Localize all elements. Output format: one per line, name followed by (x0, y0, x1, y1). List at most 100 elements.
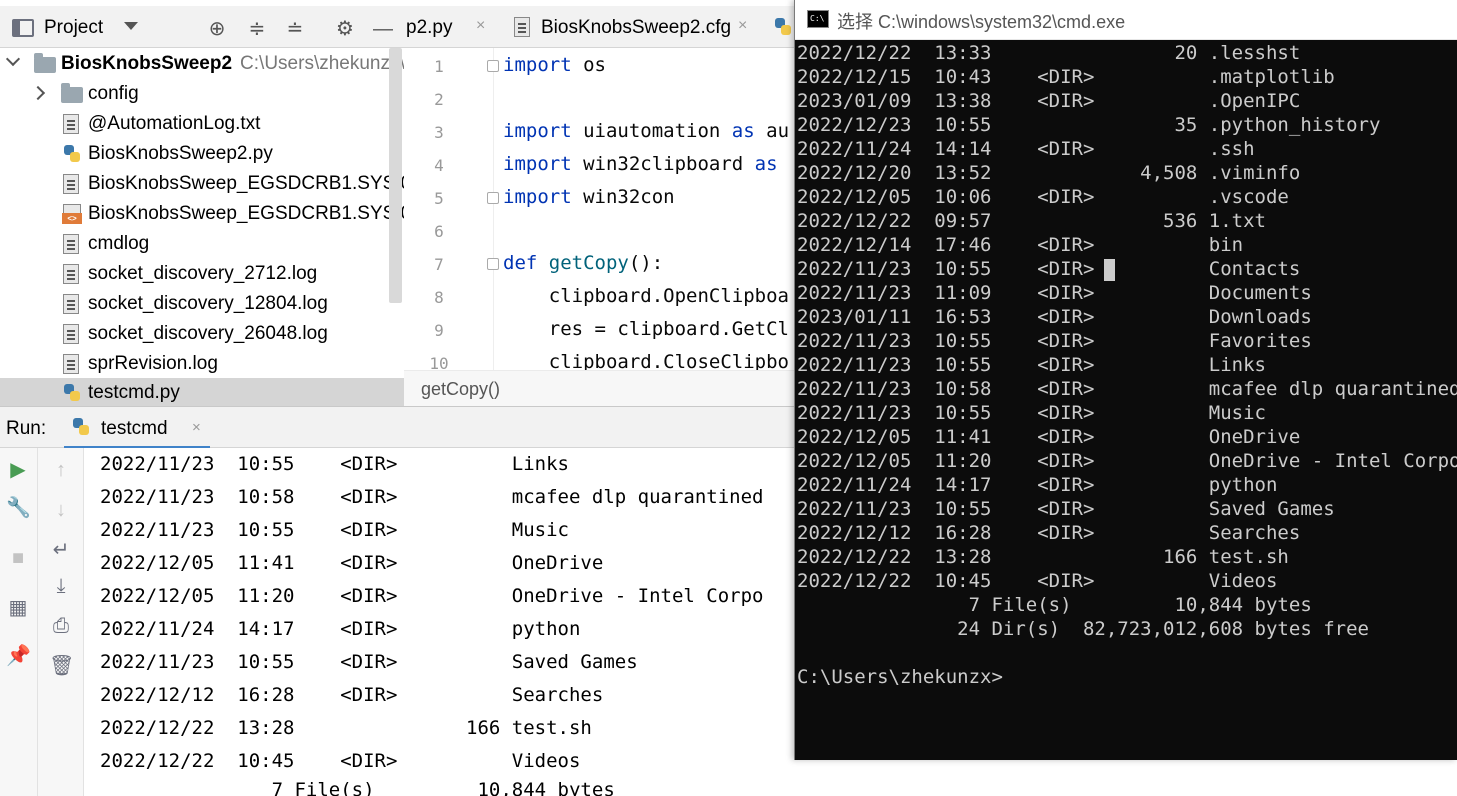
console-line: 7 File(s) 10,844 bytes (100, 779, 615, 796)
fold-marker-icon[interactable] (487, 192, 499, 204)
cmd-line: 2022/12/22 13:28 166 test.sh (797, 546, 1289, 568)
layout-icon[interactable]: ▦ (6, 596, 30, 620)
fold-marker-icon[interactable] (487, 258, 499, 270)
tree-item-label: BiosKnobsSweep2.py (88, 143, 273, 164)
line-number-gutter: 1 2 3 4 5 6 7 8 9 10 (404, 48, 494, 370)
soft-wrap-icon[interactable]: ↵ (49, 538, 73, 562)
console-line: 2022/12/05 11:41 <DIR> OneDrive (100, 552, 604, 574)
console-line: 2022/12/05 11:20 <DIR> OneDrive - Intel … (100, 585, 764, 607)
chevron-down-icon[interactable] (5, 51, 21, 67)
run-tab-testcmd[interactable]: testcmd × (64, 407, 210, 449)
tree-item-label: cmdlog (88, 233, 150, 254)
tree-scrollbar[interactable] (389, 48, 402, 303)
cmd-titlebar[interactable]: C:\ 选择 C:\windows\system32\cmd.exe (795, 0, 1457, 40)
cmd-line: 2023/01/11 16:53 <DIR> Downloads (797, 306, 1312, 328)
cmd-output[interactable]: 2022/12/22 13:33 20 .lesshst 2022/12/15 … (795, 40, 1457, 760)
fold-marker-icon[interactable] (487, 60, 499, 72)
cmd-line: 2022/11/23 10:55 <DIR> Contacts (797, 258, 1301, 280)
cmd-line: 24 Dir(s) 82,723,012,608 bytes free (797, 618, 1369, 640)
close-icon[interactable]: × (476, 17, 485, 35)
tree-item[interactable]: BiosKnobsSweep_EGSDCRB1.SYS.009 (0, 199, 404, 229)
trash-icon[interactable]: 🗑 (49, 654, 74, 678)
text-file-icon (63, 114, 79, 134)
line-number: 5 (434, 189, 444, 208)
code-line-5: import win32con (503, 186, 675, 208)
python-file-icon (63, 144, 81, 164)
code-line-7: def getCopy(): (503, 252, 664, 274)
console-line: 2022/12/22 10:45 <DIR> Videos (100, 750, 581, 772)
line-number: 3 (434, 123, 444, 142)
tree-item[interactable]: cmdlog (0, 229, 404, 259)
tree-item-label: @AutomationLog.txt (88, 113, 261, 134)
scroll-to-end-icon[interactable]: ⤓ (49, 574, 73, 598)
console-line: 2022/12/22 13:28 166 test.sh (100, 717, 592, 739)
folder-icon (34, 53, 56, 73)
print-icon[interactable]: ⎙ (49, 614, 73, 638)
text-file-icon (63, 264, 79, 284)
editor-tab[interactable]: BiosKnobsSweep2.cfg × (508, 6, 758, 47)
tree-item[interactable]: sprRevision.log (0, 349, 404, 379)
tree-item-selected[interactable]: testcmd.py (0, 378, 404, 406)
minus-icon[interactable]: — (372, 18, 394, 40)
close-icon[interactable]: × (738, 17, 747, 35)
tree-item-label: BiosKnobsSweep_EGSDCRB1.SYS.009 (88, 203, 404, 224)
chevron-down-icon[interactable] (124, 22, 138, 30)
cmd-title: 选择 C:\windows\system32\cmd.exe (837, 12, 1126, 32)
editor-tab[interactable] (760, 6, 794, 47)
cmd-line: 2022/11/23 10:55 <DIR> Links (797, 354, 1266, 376)
collapse-all-icon[interactable]: ≐ (284, 18, 306, 40)
python-file-icon (72, 417, 90, 437)
tree-item[interactable]: BiosKnobsSweep_EGSDCRB1.SYS.009 (0, 169, 404, 199)
text-file-icon (63, 234, 79, 254)
console-line: 2022/12/12 16:28 <DIR> Searches (100, 684, 604, 706)
stop-icon[interactable]: ■ (6, 546, 30, 570)
code-editor[interactable]: 1 2 3 4 5 6 7 8 9 10 import os import ui… (404, 48, 794, 370)
tree-item[interactable]: socket_discovery_12804.log (0, 289, 404, 319)
tree-root-label: BiosKnobsSweep2 C:\Users\zhekunzx\C (61, 53, 404, 75)
arrow-down-icon[interactable]: ↓ (49, 498, 73, 522)
folder-icon (61, 83, 83, 103)
code-line-9: res = clipboard.GetCl (503, 318, 789, 340)
chevron-right-icon[interactable] (30, 85, 46, 101)
project-title[interactable]: Project (44, 17, 103, 39)
cmd-line: 2022/12/23 10:55 35 .python_history (797, 114, 1381, 136)
line-number: 9 (434, 321, 444, 340)
tree-root[interactable]: BiosKnobsSweep2 C:\Users\zhekunzx\C (0, 49, 404, 79)
arrow-up-icon[interactable]: ↑ (49, 458, 73, 482)
cmd-line: 2022/12/05 11:41 <DIR> OneDrive (797, 426, 1301, 448)
crosshair-icon[interactable]: ⊕ (206, 18, 228, 40)
editor-tab[interactable]: p2.py × (404, 6, 504, 47)
tree-item-label: socket_discovery_2712.log (88, 263, 318, 284)
tree-item[interactable]: socket_discovery_2712.log (0, 259, 404, 289)
gear-icon[interactable]: ⚙ (334, 18, 356, 40)
tree-item[interactable]: socket_discovery_26048.log (0, 319, 404, 349)
run-console[interactable]: 2022/11/23 10:55 <DIR> Links 2022/11/23 … (84, 448, 794, 796)
project-view-icon[interactable] (12, 19, 34, 37)
tree-item[interactable]: @AutomationLog.txt (0, 109, 404, 139)
console-app-icon[interactable]: C:\ (807, 10, 829, 28)
cmd-prompt: C:\Users\zhekunzx> (797, 666, 1003, 688)
tree-item[interactable]: BiosKnobsSweep2.py (0, 139, 404, 169)
tree-item-config[interactable]: config (0, 79, 404, 109)
console-toolbar: ↑ ↓ ↵ ⤓ ⎙ 🗑 (38, 448, 84, 796)
cmd-line: 2022/12/22 10:45 <DIR> Videos (797, 570, 1278, 592)
cmd-window[interactable]: C:\ 选择 C:\windows\system32\cmd.exe 2022/… (794, 0, 1457, 760)
cmd-line: 2022/11/23 10:55 <DIR> Favorites (797, 330, 1312, 352)
pin-icon[interactable]: 📌 (6, 644, 31, 668)
code-line-10: clipboard.CloseClipbo (503, 351, 789, 370)
expand-all-icon[interactable]: ≑ (246, 18, 268, 40)
tree-item-label: sprRevision.log (88, 353, 218, 374)
editor-tab-label: p2.py (406, 17, 453, 38)
config-file-icon (514, 17, 530, 37)
wrench-icon[interactable]: 🔧 (6, 496, 31, 520)
breadcrumb[interactable]: getCopy() (421, 379, 500, 400)
close-icon[interactable]: × (192, 419, 201, 436)
xml-file-icon (62, 204, 82, 224)
project-tool-header: Project ⊕ ≑ ≐ ⚙ — (0, 6, 404, 48)
run-tab-label: testcmd (101, 418, 168, 439)
line-number: 2 (434, 90, 444, 109)
play-icon[interactable]: ▶ (6, 458, 30, 482)
line-number: 1 (434, 57, 444, 76)
cmd-line: 2022/12/05 10:06 <DIR> .vscode (797, 186, 1289, 208)
tree-root-path: C:\Users\zhekunzx\C (240, 53, 404, 74)
